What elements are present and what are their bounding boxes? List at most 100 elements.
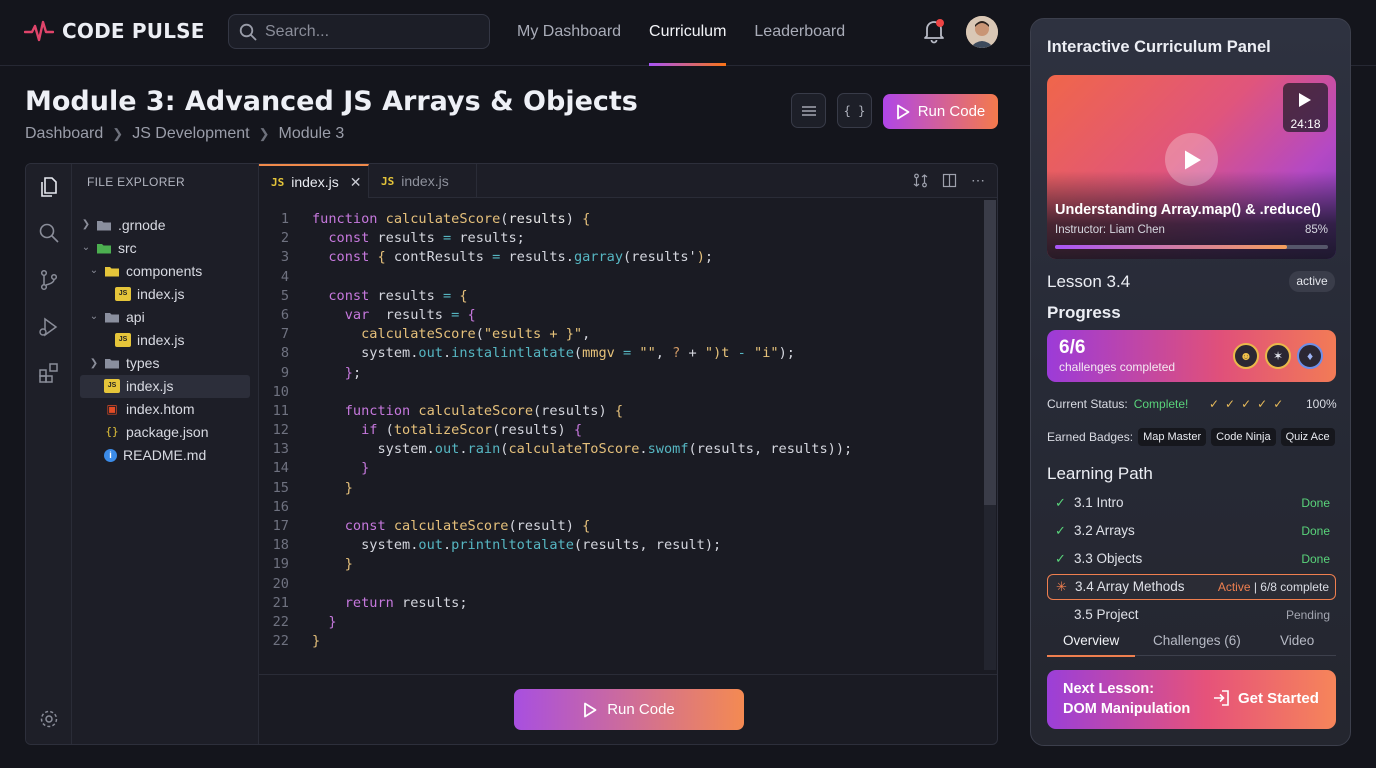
scrollbar-thumb[interactable]	[984, 200, 996, 505]
tree-folder-components[interactable]: ⌄ components	[80, 259, 250, 282]
video-duration: 24:18	[1290, 117, 1321, 131]
code-area[interactable]: 1 function calculateScore(results) { 2 co…	[259, 210, 981, 670]
video-instructor: Instructor: Liam Chen	[1055, 224, 1165, 236]
run-debug-icon[interactable]	[37, 315, 61, 339]
breadcrumb-dashboard[interactable]: Dashboard	[25, 125, 103, 143]
code-line: 2 const results = results;	[280, 230, 525, 247]
settings-gear-icon[interactable]	[37, 707, 61, 731]
code-line: 12 if (totalizeScor(results) {	[272, 422, 583, 439]
status-percent: 100%	[1306, 397, 1337, 411]
tab-video[interactable]: Video	[1280, 633, 1314, 648]
html-file-icon: ▣	[106, 402, 118, 417]
tree-folder-types[interactable]: ❯ types	[80, 352, 250, 375]
code-line: 4	[280, 268, 289, 285]
badge-chip: Code Ninja	[1211, 428, 1276, 446]
run-code-button[interactable]: Run Code	[883, 94, 998, 129]
tree-file-index-js-selected[interactable]: JS index.js	[80, 374, 250, 398]
info-icon: i	[104, 448, 117, 462]
code-line: 22 }	[272, 613, 337, 630]
tree-item-label: components	[126, 262, 203, 279]
tree-folder-src[interactable]: ⌄ src	[80, 236, 250, 259]
search-input[interactable]	[265, 22, 475, 41]
asterisk-icon: ✳	[1056, 579, 1067, 594]
avatar[interactable]	[966, 16, 998, 48]
play-icon	[1184, 150, 1201, 169]
tree-item-label: package.json	[126, 424, 209, 441]
extensions-icon[interactable]	[37, 361, 61, 385]
chevron-down-icon: ⌄	[89, 311, 99, 323]
tree-item-label: index.js	[137, 285, 185, 302]
next-lesson-card[interactable]: Next Lesson: DOM Manipulation Get Starte…	[1047, 670, 1336, 729]
tab-index-js-active[interactable]: JS index.js ✕	[259, 164, 369, 198]
breadcrumb-js-development[interactable]: JS Development	[132, 125, 249, 143]
search-icon[interactable]	[37, 221, 61, 245]
tab-index-js[interactable]: JS index.js	[369, 164, 477, 198]
challenges-count: 6/6	[1059, 337, 1086, 358]
source-control-icon[interactable]	[37, 268, 61, 292]
tree-folder-grnode[interactable]: ❯ .grnode	[80, 213, 250, 236]
app-name: CODE PULSE	[62, 19, 205, 43]
video-player[interactable]: 24:18 Understanding Array.map() & .reduc…	[1047, 75, 1336, 259]
learning-path-item[interactable]: 3.5 Project Pending	[1047, 603, 1336, 627]
run-code-button-bottom[interactable]: Run Code	[514, 689, 744, 730]
close-icon[interactable]: ✕	[350, 174, 362, 191]
lesson-label: Lesson 3.4	[1047, 272, 1131, 291]
get-started-button[interactable]: Get Started	[1212, 689, 1319, 707]
split-editor-icon[interactable]	[942, 173, 957, 188]
nav-my-dashboard[interactable]: My Dashboard	[517, 0, 621, 66]
more-icon[interactable]: ⋯	[971, 173, 985, 188]
breadcrumb-module[interactable]: Module 3	[278, 125, 344, 143]
files-icon[interactable]	[37, 175, 61, 199]
braces-button[interactable]: { }	[837, 93, 872, 128]
nav-curriculum[interactable]: Curriculum	[649, 0, 727, 66]
tree-item-label: index.js	[137, 332, 185, 349]
status-badge: active	[1289, 271, 1335, 292]
nav-leaderboard[interactable]: Leaderboard	[754, 0, 845, 66]
tree-item-label: index.js	[126, 378, 174, 395]
code-line: 15 }	[272, 479, 353, 496]
search-bar[interactable]	[228, 14, 490, 49]
tree-file-package-json[interactable]: {} package.json	[80, 421, 250, 444]
play-button[interactable]	[1165, 133, 1218, 186]
learning-path-item-active[interactable]: ✳ 3.4 Array Methods Active | 6/8 complet…	[1047, 574, 1336, 600]
code-line: 9 };	[280, 364, 362, 381]
logo[interactable]: CODE PULSE	[24, 18, 205, 44]
tree-item-label: index.htom	[126, 401, 195, 418]
code-line: 22}	[272, 633, 321, 650]
json-file-icon: {}	[105, 425, 119, 439]
chevron-right-icon: ❯	[81, 219, 91, 231]
learning-path-item[interactable]: ✓ 3.2 Arrays Done	[1047, 519, 1336, 543]
tree-file-index-htom[interactable]: ▣ index.htom	[80, 398, 250, 421]
tree-file-index-js[interactable]: JS index.js	[80, 328, 250, 351]
challenges-label: challenges completed	[1059, 360, 1176, 374]
compare-icon[interactable]	[913, 173, 928, 188]
challenges-card: 6/6 challenges completed ☻ ✶ ♦	[1047, 330, 1336, 382]
code-line: 13 system.out.rain(calculateToScore.swom…	[272, 441, 853, 458]
format-button[interactable]	[791, 93, 826, 128]
tree-file-index-js[interactable]: JS index.js	[80, 282, 250, 305]
editor-tabs: JS index.js ✕ JS index.js ⋯	[259, 164, 997, 198]
tab-overview[interactable]: Overview	[1046, 633, 1136, 657]
learning-path-item[interactable]: ✓ 3.3 Objects Done	[1047, 547, 1336, 571]
check-icon: ✓	[1055, 495, 1066, 510]
code-line: 21 return results;	[272, 594, 468, 611]
code-line: 10	[272, 383, 289, 400]
file-explorer: FILE EXPLORER ❯ .grnode ⌄ src ⌄ components …	[72, 164, 259, 744]
learning-path-item[interactable]: ✓ 3.1 Intro Done	[1047, 491, 1336, 515]
panel-tabs: Overview Challenges (6) Video	[1046, 629, 1336, 657]
play-icon	[584, 702, 597, 717]
tab-challenges[interactable]: Challenges (6)	[1153, 633, 1241, 648]
video-progress-bar[interactable]	[1055, 245, 1328, 249]
tree-folder-api[interactable]: ⌄ api	[80, 305, 250, 328]
activity-bar	[26, 164, 72, 744]
current-status: Current Status: Complete!	[1047, 397, 1337, 411]
learning-path-heading: Learning Path	[1047, 464, 1153, 483]
tree-file-readme[interactable]: i README.md	[80, 444, 250, 467]
earned-badges: Earned Badges: Map Master Code Ninja Qui…	[1047, 428, 1335, 446]
video-title: Understanding Array.map() & .reduce()	[1055, 202, 1321, 218]
play-icon	[1299, 93, 1311, 107]
badge-chip: Map Master	[1138, 428, 1207, 446]
tree-item-label: types	[126, 355, 160, 372]
code-line: 8 system.out.instalintlatate(mmgv = "", …	[280, 345, 795, 362]
js-file-icon: JS	[381, 174, 395, 188]
